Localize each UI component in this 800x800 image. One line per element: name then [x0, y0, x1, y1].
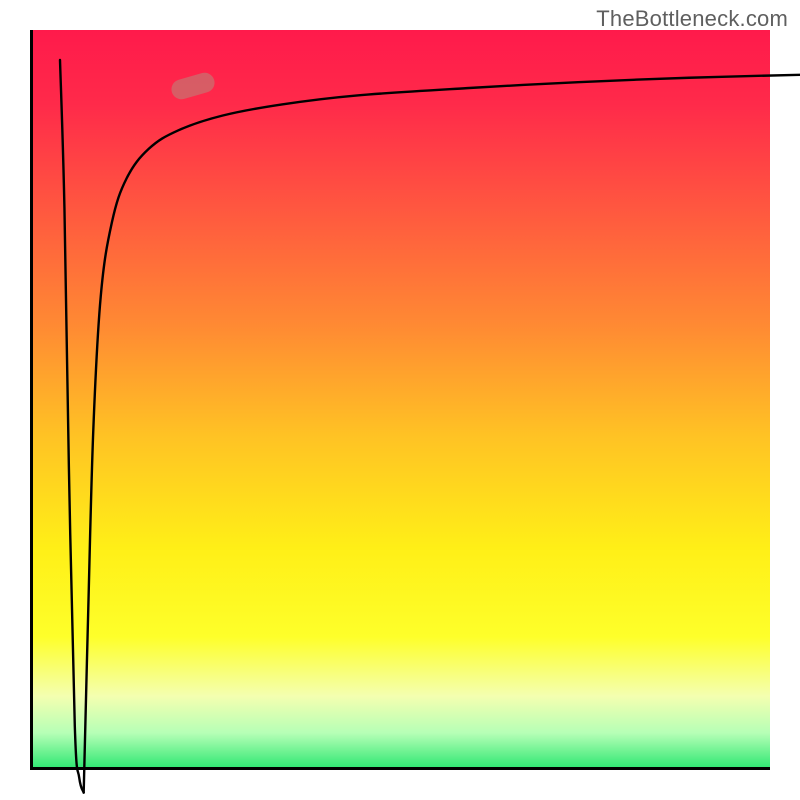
x-axis [30, 767, 770, 770]
curve-layer [60, 60, 800, 800]
curve-dip [60, 60, 84, 793]
plot-area [30, 30, 770, 770]
y-axis [30, 30, 33, 770]
curve-recovery [84, 75, 800, 793]
chart-container: TheBottleneck.com [0, 0, 800, 800]
attribution-label: TheBottleneck.com [596, 6, 788, 32]
